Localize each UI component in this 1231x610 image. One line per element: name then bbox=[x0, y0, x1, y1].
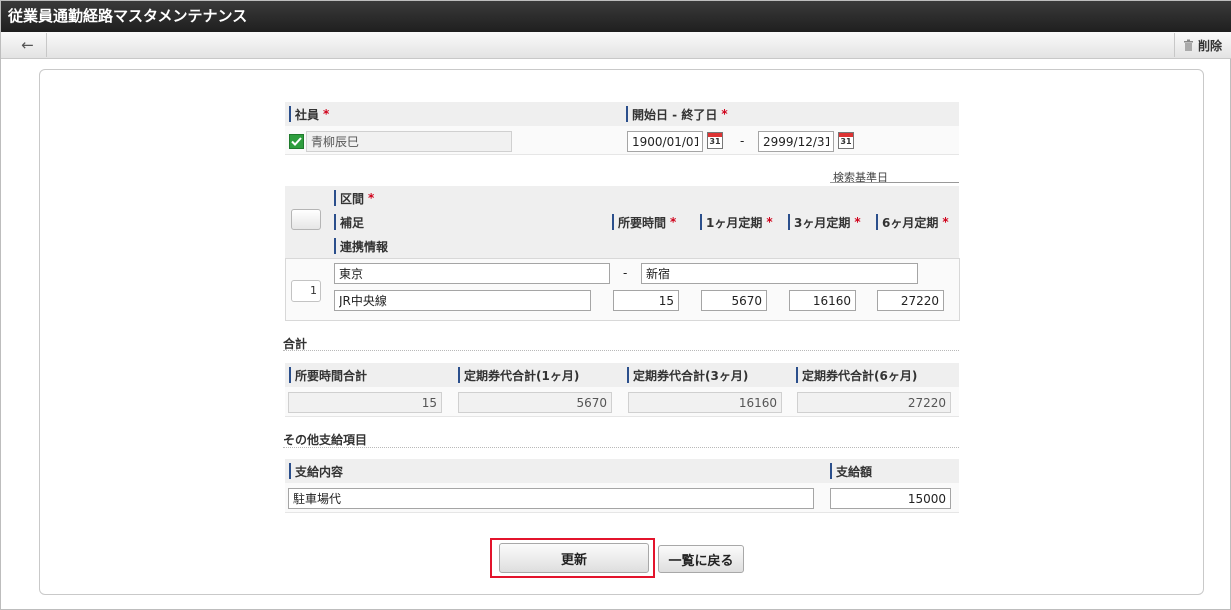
date-separator: - bbox=[740, 134, 745, 148]
select-all-box[interactable] bbox=[291, 209, 321, 230]
m1-required: * bbox=[766, 215, 773, 229]
m3-header: 3ヶ月定期 * bbox=[784, 210, 872, 234]
total-m1-header: 定期券代合計(1ヶ月) bbox=[454, 363, 623, 387]
m6-header: 6ヶ月定期 * bbox=[872, 210, 959, 234]
to-station-input[interactable] bbox=[641, 263, 918, 284]
other-title: その他支給項目 bbox=[283, 433, 368, 447]
route-section-label: 区間 bbox=[340, 191, 365, 206]
toolbar: ← 削除 bbox=[1, 32, 1231, 59]
amount-input[interactable] bbox=[830, 488, 951, 509]
arrow-left-icon: ← bbox=[21, 36, 34, 54]
start-calendar-day: 31 bbox=[709, 137, 721, 146]
window-title: 従業員通勤経路マスタメンテナンス bbox=[1, 1, 1231, 32]
note-label: 補足 bbox=[340, 215, 365, 230]
m1-input[interactable] bbox=[701, 290, 767, 311]
total-time-header: 所要時間合計 bbox=[285, 363, 454, 387]
route-separator: - bbox=[623, 266, 628, 280]
back-to-list-button[interactable]: 一覧に戻る bbox=[658, 545, 744, 573]
time-input[interactable] bbox=[613, 290, 679, 311]
total-m6-label: 定期券代合計(6ヶ月) bbox=[802, 368, 918, 383]
other-divider bbox=[283, 447, 959, 448]
total-m3-field bbox=[628, 392, 782, 413]
start-calendar-icon[interactable]: 31 bbox=[707, 132, 723, 149]
total-time-label: 所要時間合計 bbox=[295, 368, 368, 383]
total-m6-header: 定期券代合計(6ヶ月) bbox=[792, 363, 959, 387]
search-base-underline bbox=[830, 182, 959, 183]
total-m3-header: 定期券代合計(3ヶ月) bbox=[623, 363, 792, 387]
employee-label: 社員 bbox=[295, 107, 320, 122]
m6-label: 6ヶ月定期 bbox=[882, 215, 939, 230]
m6-required: * bbox=[942, 215, 949, 229]
link-label: 連携情報 bbox=[340, 239, 389, 254]
employee-required-mark: * bbox=[323, 107, 330, 121]
content-header: 支給内容 bbox=[285, 459, 826, 483]
back-button[interactable]: ← bbox=[9, 33, 47, 57]
form-panel: 社員* 開始日 - 終了日* 31 - 31 検索基準日 区間* 補足 所要時間… bbox=[39, 69, 1204, 595]
content-label: 支給内容 bbox=[295, 464, 344, 479]
total-m3-label: 定期券代合計(3ヶ月) bbox=[633, 368, 749, 383]
time-label: 所要時間 bbox=[618, 215, 667, 230]
route-section-required: * bbox=[368, 191, 375, 205]
from-station-input[interactable] bbox=[334, 263, 610, 284]
update-button[interactable]: 更新 bbox=[499, 543, 649, 573]
m1-header: 1ヶ月定期 * bbox=[696, 210, 784, 234]
m3-input[interactable] bbox=[789, 290, 856, 311]
delete-label: 削除 bbox=[1197, 38, 1222, 53]
end-date-input[interactable] bbox=[758, 131, 834, 152]
m3-label: 3ヶ月定期 bbox=[794, 215, 851, 230]
end-calendar-icon[interactable]: 31 bbox=[838, 132, 854, 149]
delete-button[interactable]: 削除 bbox=[1173, 33, 1231, 57]
total-m1-label: 定期券代合計(1ヶ月) bbox=[464, 368, 580, 383]
start-date-input[interactable] bbox=[627, 131, 703, 152]
link-header: 連携情報 bbox=[330, 234, 959, 258]
checkmark-icon bbox=[289, 134, 304, 149]
period-required-mark: * bbox=[721, 107, 728, 121]
total-m6-field bbox=[797, 392, 951, 413]
m3-required: * bbox=[854, 215, 861, 229]
amount-label: 支給額 bbox=[836, 464, 873, 479]
trash-icon bbox=[1183, 39, 1193, 51]
totals-divider bbox=[283, 350, 959, 351]
m1-label: 1ヶ月定期 bbox=[706, 215, 763, 230]
amount-header: 支給額 bbox=[826, 459, 959, 483]
end-calendar-day: 31 bbox=[840, 137, 852, 146]
time-required: * bbox=[670, 215, 677, 229]
period-label: 開始日 - 終了日 bbox=[632, 107, 718, 122]
total-time-field bbox=[288, 392, 442, 413]
route-row-number[interactable]: 1 bbox=[291, 280, 321, 302]
m6-input[interactable] bbox=[877, 290, 944, 311]
app-frame: 従業員通勤経路マスタメンテナンス ← 削除 社員* 開始日 - 終了日* 31 … bbox=[0, 0, 1231, 610]
note-header: 補足 bbox=[330, 210, 608, 234]
content-input[interactable] bbox=[288, 488, 814, 509]
employee-header: 社員 * bbox=[285, 102, 622, 126]
period-header: 開始日 - 終了日 * bbox=[622, 102, 959, 126]
total-m1-field bbox=[458, 392, 612, 413]
time-header: 所要時間 * bbox=[608, 210, 696, 234]
note-input[interactable] bbox=[334, 290, 591, 311]
employee-field bbox=[306, 131, 512, 152]
route-section-header: 区間 * bbox=[330, 186, 959, 210]
